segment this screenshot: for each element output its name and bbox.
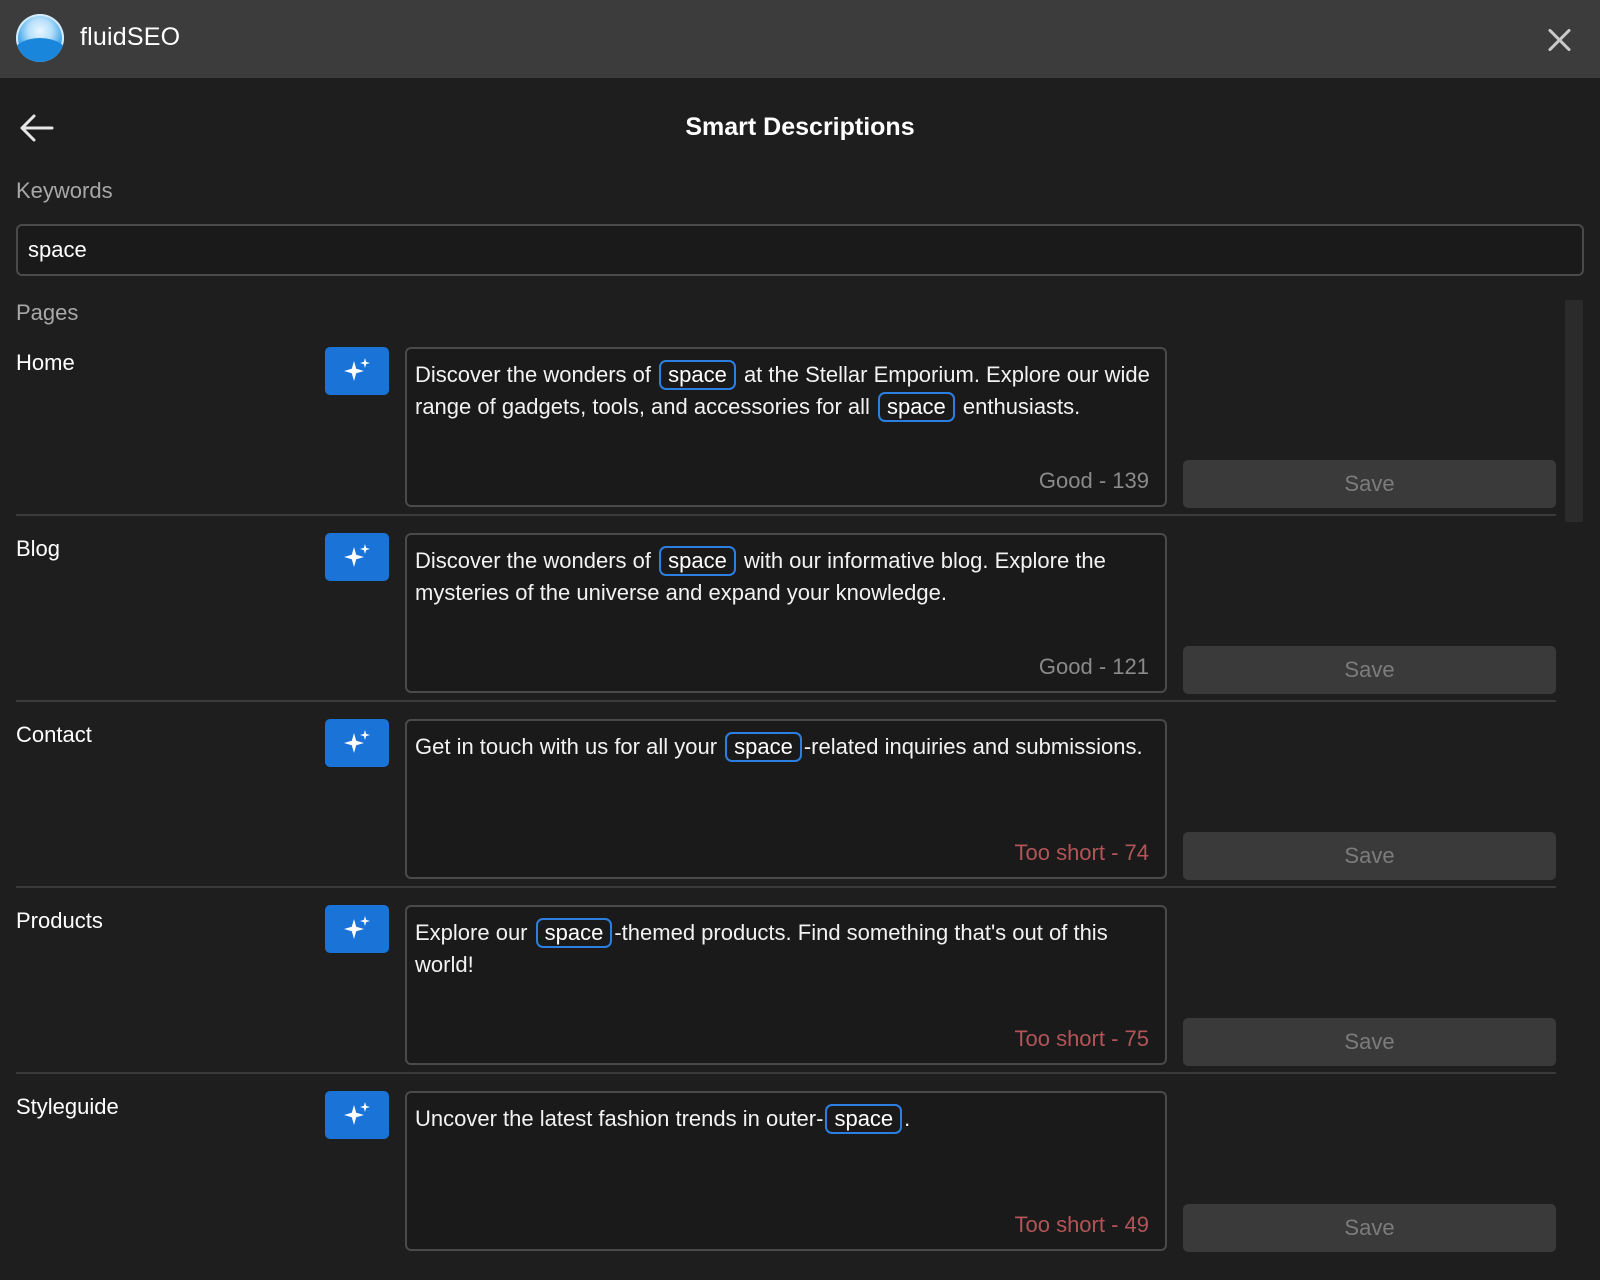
sparkles-icon: [342, 728, 372, 758]
generate-description-button[interactable]: [325, 347, 389, 395]
title-bar: fluidSEO: [0, 0, 1600, 78]
page-row-products: Products Explore our space -themed product…: [0, 858, 1560, 1074]
page-name: Blog: [16, 536, 61, 561]
description-segment: Get in touch with us for all your: [415, 734, 724, 759]
length-status: Too short - 49: [1014, 1212, 1149, 1237]
keyword-highlight: space: [659, 360, 736, 390]
page-name: Home: [16, 350, 75, 375]
page-name: Contact: [16, 722, 92, 747]
description-segment: .: [904, 1106, 911, 1131]
description-segment: Explore our: [415, 920, 534, 945]
app-title: fluidSEO: [80, 23, 181, 51]
page-title: Smart Descriptions: [685, 113, 915, 141]
description-textarea[interactable]: Discover the wonders of space with our i…: [405, 533, 1167, 693]
generate-description-button[interactable]: [325, 905, 389, 953]
description-segment: -related inquiries and submissions.: [803, 734, 1143, 759]
generate-description-button[interactable]: [325, 533, 389, 581]
keywords-label: Keywords: [16, 178, 113, 203]
keywords-input[interactable]: [16, 224, 1584, 276]
description-text: Explore our space -themed products. Find …: [415, 918, 1108, 977]
sparkles-icon: [342, 542, 372, 572]
description-text: Uncover the latest fashion trends in out…: [415, 1104, 911, 1134]
scrollbar[interactable]: [1565, 300, 1583, 522]
keyword-highlight: space: [825, 1104, 903, 1134]
page-row-styleguide: Styleguide Uncover the latest fashion tre…: [0, 1044, 1560, 1252]
keyword-highlight: space: [659, 546, 736, 576]
description-segment: Discover the wonders of: [415, 362, 658, 387]
description-segment: Discover the wonders of: [415, 548, 658, 573]
page-name: Products: [16, 908, 103, 933]
page-row-contact: Contact Get in touch with us for all your…: [0, 672, 1560, 888]
fluidseo-logo-icon: [16, 14, 64, 62]
description-text: Get in touch with us for all your space -…: [415, 732, 1143, 762]
generate-description-button[interactable]: [325, 719, 389, 767]
description-segment: Uncover the latest fashion trends in out…: [415, 1106, 824, 1131]
sparkles-icon: [342, 1100, 372, 1130]
sparkles-icon: [342, 356, 372, 386]
app-window: fluidSEO Smart Descriptions Keywords Pag…: [0, 0, 1600, 1280]
page-row-blog: Blog Discover the wonders of space with o…: [0, 486, 1560, 702]
description-text: Discover the wonders of space at the Ste…: [415, 360, 1150, 422]
description-textarea[interactable]: Get in touch with us for all your space -…: [405, 719, 1167, 879]
sparkles-icon: [342, 914, 372, 944]
description-text: Discover the wonders of space with our i…: [415, 546, 1106, 605]
close-icon[interactable]: [1544, 24, 1574, 54]
keyword-highlight: space: [878, 392, 955, 422]
save-button[interactable]: Save: [1183, 1204, 1556, 1252]
description-textarea[interactable]: Uncover the latest fashion trends in out…: [405, 1091, 1167, 1251]
page-row-home: Home Discover the wonders of space at the…: [0, 300, 1560, 516]
description-textarea[interactable]: Discover the wonders of space at the Ste…: [405, 347, 1167, 507]
keyword-highlight: space: [725, 732, 802, 762]
page-name: Styleguide: [16, 1094, 119, 1119]
generate-description-button[interactable]: [325, 1091, 389, 1139]
keyword-highlight: space: [535, 918, 613, 948]
description-segment: enthusiasts.: [956, 394, 1081, 419]
description-textarea[interactable]: Explore our space -themed products. Find …: [405, 905, 1167, 1065]
